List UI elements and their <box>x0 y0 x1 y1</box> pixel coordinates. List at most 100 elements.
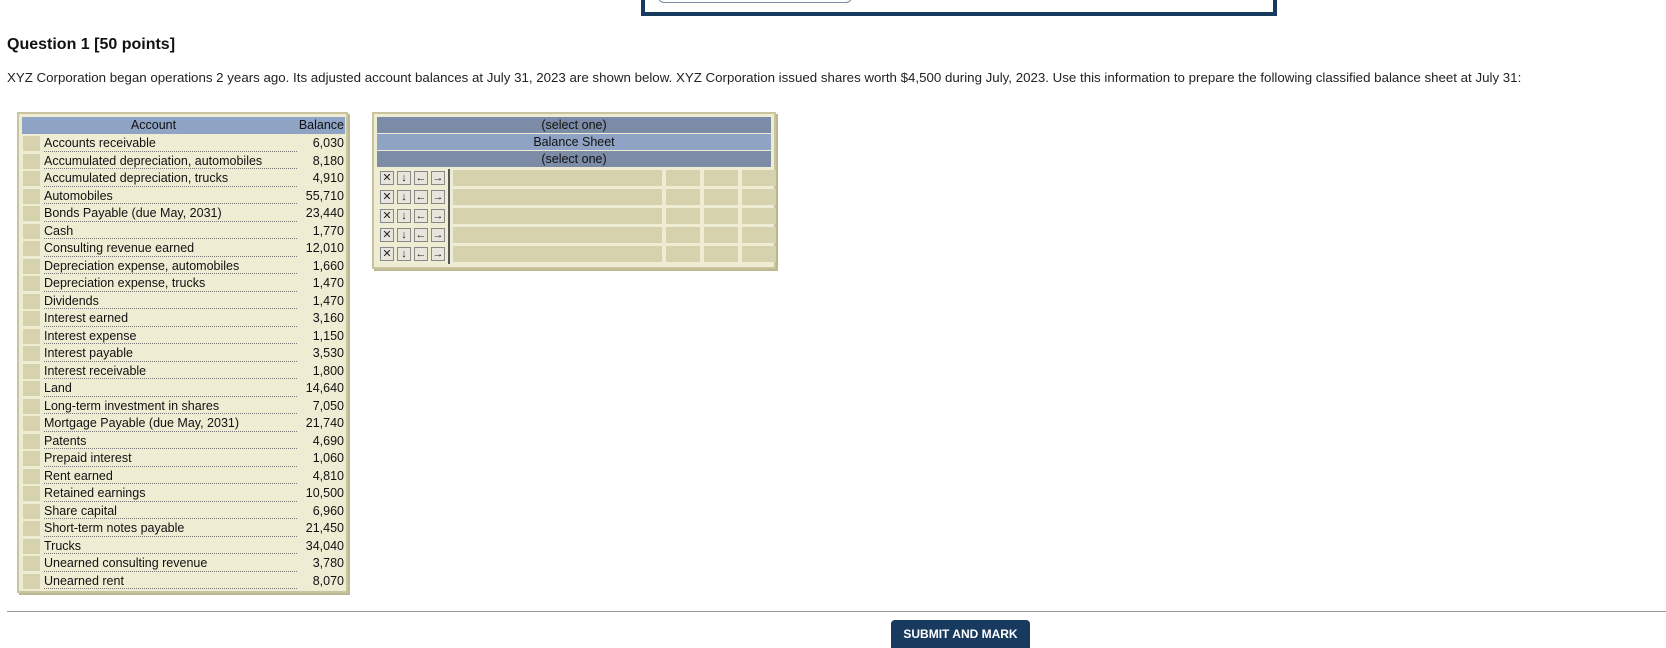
outdent-icon[interactable]: ← <box>414 171 428 185</box>
delete-row-icon[interactable]: ✕ <box>380 209 394 223</box>
drag-handle[interactable] <box>23 223 40 239</box>
account-row[interactable]: Mortgage Payable (due May, 2031) 21,740 <box>22 415 345 433</box>
drag-handle[interactable] <box>23 363 40 379</box>
line-item-select[interactable] <box>453 246 662 262</box>
move-down-icon[interactable]: ↓ <box>397 228 411 242</box>
drag-handle[interactable] <box>23 293 40 309</box>
amount-input[interactable] <box>666 170 700 186</box>
account-row[interactable]: Interest earned 3,160 <box>22 310 345 328</box>
indent-icon[interactable]: → <box>431 171 445 185</box>
drag-handle[interactable] <box>23 311 40 326</box>
total-input[interactable] <box>742 208 776 224</box>
drag-handle[interactable] <box>23 486 40 501</box>
account-row[interactable]: Consulting revenue earned 12,010 <box>22 240 345 258</box>
account-balance: 3,780 <box>312 556 344 570</box>
drag-handle[interactable] <box>23 503 40 519</box>
drag-handle[interactable] <box>23 153 40 169</box>
account-row[interactable]: Unearned consulting revenue 3,780 <box>22 555 345 573</box>
account-row[interactable]: Patents 4,690 <box>22 433 345 451</box>
delete-row-icon[interactable]: ✕ <box>380 190 394 204</box>
account-row[interactable]: Bonds Payable (due May, 2031) 23,440 <box>22 205 345 223</box>
drag-handle[interactable] <box>23 573 40 589</box>
drag-handle[interactable] <box>23 258 40 274</box>
account-name: Interest expense <box>44 328 138 343</box>
account-row[interactable]: Cash 1,770 <box>22 223 345 241</box>
account-row[interactable]: Depreciation expense, automobiles 1,660 <box>22 258 345 276</box>
drag-handle[interactable] <box>23 328 40 344</box>
account-row[interactable]: Retained earnings 10,500 <box>22 485 345 503</box>
account-row[interactable]: Short-term notes payable 21,450 <box>22 520 345 538</box>
account-row[interactable]: Prepaid interest 1,060 <box>22 450 345 468</box>
account-row[interactable]: Rent earned 4,810 <box>22 468 345 486</box>
account-row[interactable]: Trucks 34,040 <box>22 538 345 556</box>
indent-icon[interactable]: → <box>431 247 445 261</box>
account-name: Land <box>44 381 73 395</box>
account-row[interactable]: Interest receivable 1,800 <box>22 363 345 381</box>
drag-handle[interactable] <box>23 451 40 466</box>
total-input[interactable] <box>742 189 776 205</box>
account-row[interactable]: Dividends 1,470 <box>22 293 345 311</box>
date-select[interactable]: (select one) <box>377 151 771 167</box>
drag-handle[interactable] <box>23 136 40 151</box>
amount-input[interactable] <box>666 208 700 224</box>
account-name: Share capital <box>44 503 118 518</box>
amount-input[interactable] <box>666 227 700 243</box>
account-row[interactable]: Interest payable 3,530 <box>22 345 345 363</box>
line-item-select[interactable] <box>453 170 662 186</box>
subtotal-input[interactable] <box>704 227 738 243</box>
drag-handle[interactable] <box>23 276 40 291</box>
total-input[interactable] <box>742 227 776 243</box>
line-item-select[interactable] <box>453 227 662 243</box>
subtotal-input[interactable] <box>704 189 738 205</box>
account-row[interactable]: Interest expense 1,150 <box>22 328 345 346</box>
outdent-icon[interactable]: ← <box>414 228 428 242</box>
account-row[interactable]: Land 14,640 <box>22 380 345 398</box>
account-row[interactable]: Accounts receivable 6,030 <box>22 135 345 153</box>
subtotal-input[interactable] <box>704 246 738 262</box>
account-row[interactable]: Automobiles 55,710 <box>22 188 345 206</box>
drag-handle[interactable] <box>23 521 40 536</box>
drag-handle[interactable] <box>23 416 40 431</box>
move-down-icon[interactable]: ↓ <box>397 190 411 204</box>
drag-handle[interactable] <box>23 433 40 449</box>
drag-handle[interactable] <box>23 381 40 396</box>
drag-handle[interactable] <box>23 346 40 361</box>
account-row[interactable]: Accumulated depreciation, trucks 4,910 <box>22 170 345 188</box>
outdent-icon[interactable]: ← <box>414 247 428 261</box>
submit-and-mark-button[interactable]: SUBMIT AND MARK <box>891 620 1030 648</box>
move-down-icon[interactable]: ↓ <box>397 209 411 223</box>
line-item-select[interactable] <box>453 189 662 205</box>
total-input[interactable] <box>742 170 776 186</box>
account-row[interactable]: Long-term investment in shares 7,050 <box>22 398 345 416</box>
drag-handle[interactable] <box>23 188 40 204</box>
account-row[interactable]: Unearned rent 8,070 <box>22 573 345 591</box>
subtotal-input[interactable] <box>704 208 738 224</box>
account-row[interactable]: Share capital 6,960 <box>22 503 345 521</box>
company-select[interactable]: (select one) <box>377 117 771 133</box>
indent-icon[interactable]: → <box>431 190 445 204</box>
account-row[interactable]: Depreciation expense, trucks 1,470 <box>22 275 345 293</box>
drag-handle[interactable] <box>23 171 40 186</box>
drag-handle[interactable] <box>23 241 40 256</box>
move-down-icon[interactable]: ↓ <box>397 171 411 185</box>
outdent-icon[interactable]: ← <box>414 209 428 223</box>
move-down-icon[interactable]: ↓ <box>397 247 411 261</box>
account-row[interactable]: Accumulated depreciation, automobiles 8,1… <box>22 153 345 171</box>
drag-handle[interactable] <box>23 538 40 554</box>
indent-icon[interactable]: → <box>431 228 445 242</box>
drag-handle[interactable] <box>23 556 40 571</box>
subtotal-input[interactable] <box>704 170 738 186</box>
delete-row-icon[interactable]: ✕ <box>380 228 394 242</box>
indent-icon[interactable]: → <box>431 209 445 223</box>
delete-row-icon[interactable]: ✕ <box>380 247 394 261</box>
delete-row-icon[interactable]: ✕ <box>380 171 394 185</box>
amount-input[interactable] <box>666 189 700 205</box>
amount-input[interactable] <box>666 246 700 262</box>
total-input[interactable] <box>742 246 776 262</box>
account-name: Accumulated depreciation, trucks <box>44 171 230 185</box>
drag-handle[interactable] <box>23 398 40 414</box>
outdent-icon[interactable]: ← <box>414 190 428 204</box>
drag-handle[interactable] <box>23 206 40 221</box>
line-item-select[interactable] <box>453 208 662 224</box>
drag-handle[interactable] <box>23 468 40 484</box>
